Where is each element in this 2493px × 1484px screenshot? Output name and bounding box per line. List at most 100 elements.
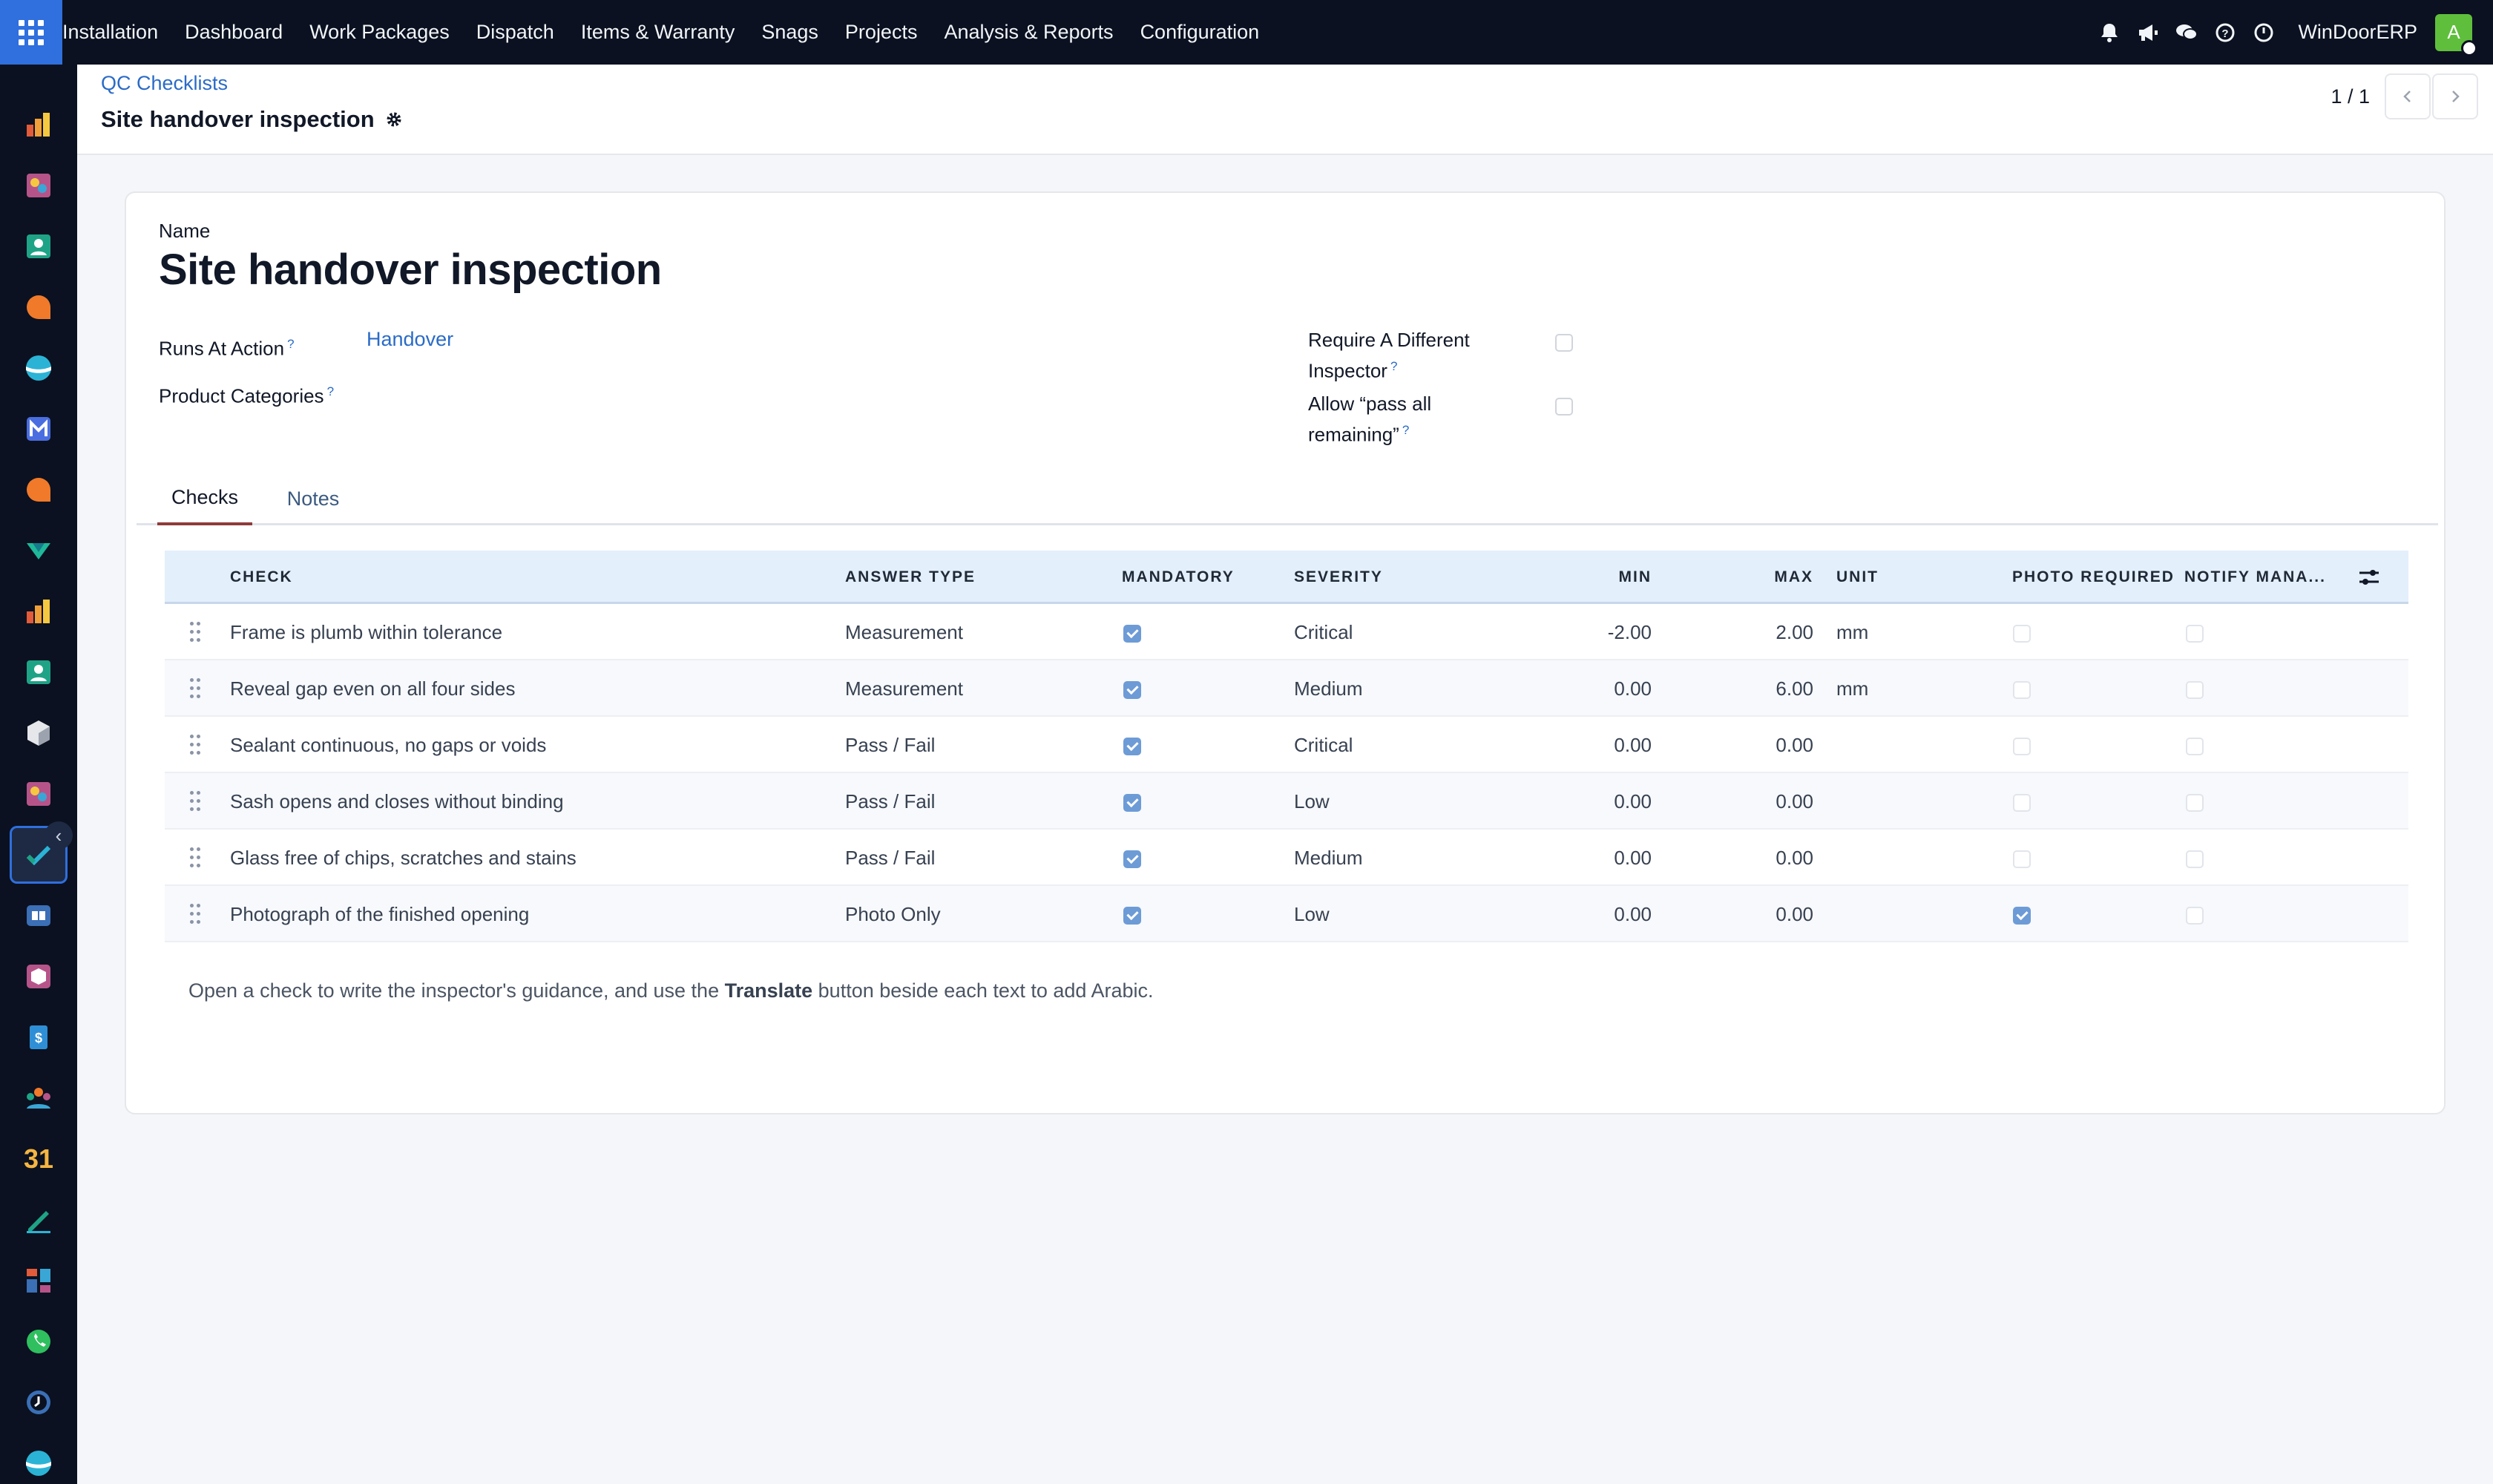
collapse-sidebar-icon[interactable]: ‹ <box>45 821 73 850</box>
cell-check[interactable]: Reveal gap even on all four sides <box>230 660 515 717</box>
contacts-book-app-icon[interactable] <box>10 643 68 701</box>
runs-at-action-field[interactable]: Handover <box>367 328 453 351</box>
gear-icon[interactable] <box>385 111 403 128</box>
calendar-app-icon[interactable]: 31 <box>10 1130 68 1188</box>
table-row[interactable]: Frame is plumb within tolerance Measurem… <box>165 604 2408 660</box>
cell-photo-required-checkbox[interactable] <box>2013 625 2031 643</box>
help-icon[interactable]: ? <box>2207 15 2243 50</box>
menu-configuration[interactable]: Configuration <box>1127 0 1273 65</box>
col-min[interactable]: MIN <box>1530 551 1652 604</box>
bar-chart-app-icon[interactable] <box>10 96 68 154</box>
table-row[interactable]: Glass free of chips, scratches and stain… <box>165 830 2408 886</box>
tab-notes[interactable]: Notes <box>269 472 358 525</box>
cell-severity[interactable]: Low <box>1294 886 1330 942</box>
name-field[interactable]: Site handover inspection <box>159 245 662 295</box>
cell-mandatory-checkbox[interactable] <box>1123 625 1141 643</box>
whatsapp-app-icon[interactable] <box>10 1313 68 1370</box>
menu-projects[interactable]: Projects <box>832 0 931 65</box>
bell-icon[interactable] <box>2092 15 2127 50</box>
cell-answer-type[interactable]: Pass / Fail <box>845 717 935 773</box>
cell-max[interactable]: 2.00 <box>1690 604 1813 660</box>
cell-notify-manager-checkbox[interactable] <box>2186 794 2204 812</box>
allow-pass-all-checkbox[interactable] <box>1555 398 1573 416</box>
pager-previous-button[interactable] <box>2385 73 2431 119</box>
cell-photo-required-checkbox[interactable] <box>2013 850 2031 868</box>
sign-app-icon[interactable] <box>10 1191 68 1249</box>
col-notify-manager[interactable]: NOTIFY MANA... <box>2184 551 2326 604</box>
tab-checks[interactable]: Checks <box>157 472 252 525</box>
cell-photo-required-checkbox[interactable] <box>2013 794 2031 812</box>
clock-icon[interactable] <box>2246 15 2282 50</box>
cell-min[interactable]: -2.00 <box>1530 604 1652 660</box>
dashboards-app-icon[interactable] <box>10 1252 68 1310</box>
table-row[interactable]: Reveal gap even on all four sides Measur… <box>165 660 2408 717</box>
col-answer-type[interactable]: ANSWER TYPE <box>845 551 976 604</box>
colors-app-icon[interactable] <box>10 765 68 823</box>
cell-notify-manager-checkbox[interactable] <box>2186 681 2204 699</box>
cell-mandatory-checkbox[interactable] <box>1123 681 1141 699</box>
help-tooltip-icon[interactable]: ? <box>327 384 334 398</box>
contacts-app-icon[interactable] <box>10 217 68 275</box>
cell-check[interactable]: Glass free of chips, scratches and stain… <box>230 830 577 886</box>
menu-snags[interactable]: Snags <box>748 0 832 65</box>
cell-check[interactable]: Frame is plumb within tolerance <box>230 604 502 660</box>
cell-check[interactable]: Sealant continuous, no gaps or voids <box>230 717 546 773</box>
help-tooltip-icon[interactable]: ? <box>1390 359 1397 373</box>
cell-severity[interactable]: Critical <box>1294 604 1353 660</box>
cell-check[interactable]: Sash opens and closes without binding <box>230 773 564 830</box>
palette-app-icon[interactable] <box>10 157 68 214</box>
drag-handle-icon[interactable] <box>190 904 200 925</box>
menu-dispatch[interactable]: Dispatch <box>463 0 568 65</box>
reports-app-icon[interactable] <box>10 582 68 640</box>
chat-app-icon[interactable] <box>10 461 68 519</box>
cell-min[interactable]: 0.00 <box>1530 660 1652 717</box>
cell-min[interactable]: 0.00 <box>1530 830 1652 886</box>
col-mandatory[interactable]: MANDATORY <box>1122 551 1235 604</box>
breadcrumb[interactable]: QC Checklists <box>101 72 228 95</box>
user-avatar[interactable]: A <box>2435 13 2477 56</box>
drag-handle-icon[interactable] <box>190 791 200 812</box>
cell-answer-type[interactable]: Pass / Fail <box>845 773 935 830</box>
cell-min[interactable]: 0.00 <box>1530 717 1652 773</box>
box-app-icon[interactable] <box>10 948 68 1005</box>
help-tooltip-icon[interactable]: ? <box>287 337 294 351</box>
menu-dashboard[interactable]: Dashboard <box>171 0 296 65</box>
discuss-app-icon[interactable] <box>10 278 68 336</box>
drag-handle-icon[interactable] <box>190 735 200 755</box>
cell-photo-required-checkbox[interactable] <box>2013 907 2031 925</box>
pager-next-button[interactable] <box>2432 73 2478 119</box>
sphere2-app-icon[interactable] <box>10 1434 68 1484</box>
cell-unit[interactable]: mm <box>1836 660 1868 717</box>
table-row[interactable]: Photograph of the finished opening Photo… <box>165 886 2408 942</box>
col-check[interactable]: CHECK <box>230 551 293 604</box>
app-name-menu[interactable]: Installation <box>62 0 171 65</box>
cell-mandatory-checkbox[interactable] <box>1123 850 1141 868</box>
col-severity[interactable]: SEVERITY <box>1294 551 1383 604</box>
drag-handle-icon[interactable] <box>190 847 200 868</box>
cell-severity[interactable]: Critical <box>1294 717 1353 773</box>
chat-icon[interactable] <box>2169 15 2204 50</box>
cell-severity[interactable]: Medium <box>1294 830 1362 886</box>
cell-answer-type[interactable]: Pass / Fail <box>845 830 935 886</box>
cell-mandatory-checkbox[interactable] <box>1123 907 1141 925</box>
cell-max[interactable]: 0.00 <box>1690 830 1813 886</box>
apps-menu-button[interactable] <box>0 0 62 65</box>
menu-items-warranty[interactable]: Items & Warranty <box>568 0 749 65</box>
company-name[interactable]: WinDoorERP <box>2298 21 2417 44</box>
cell-mandatory-checkbox[interactable] <box>1123 738 1141 755</box>
cell-mandatory-checkbox[interactable] <box>1123 794 1141 812</box>
mail-app-icon[interactable] <box>10 400 68 458</box>
cell-min[interactable]: 0.00 <box>1530 886 1652 942</box>
col-max[interactable]: MAX <box>1690 551 1813 604</box>
cell-photo-required-checkbox[interactable] <box>2013 738 2031 755</box>
employees-app-icon[interactable] <box>10 1069 68 1127</box>
cell-check[interactable]: Photograph of the finished opening <box>230 886 529 942</box>
help-tooltip-icon[interactable]: ? <box>1402 423 1409 437</box>
cell-notify-manager-checkbox[interactable] <box>2186 850 2204 868</box>
pager-value[interactable]: 1 / 1 <box>2331 85 2370 108</box>
cell-severity[interactable]: Medium <box>1294 660 1362 717</box>
cell-min[interactable]: 0.00 <box>1530 773 1652 830</box>
cell-photo-required-checkbox[interactable] <box>2013 681 2031 699</box>
require-inspector-checkbox[interactable] <box>1555 334 1573 352</box>
cube-app-icon[interactable] <box>10 704 68 762</box>
